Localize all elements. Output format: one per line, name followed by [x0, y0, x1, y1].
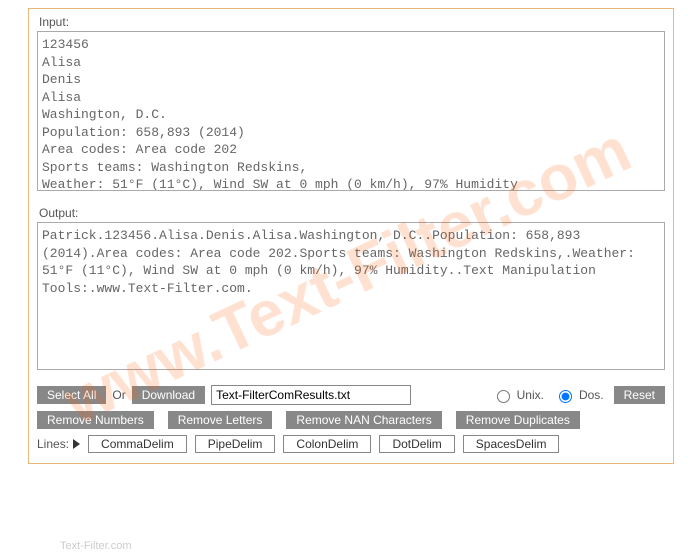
select-all-button[interactable]: Select All: [37, 386, 106, 404]
remove-nan-button[interactable]: Remove NAN Characters: [286, 411, 441, 429]
remove-row: Remove Numbers Remove Letters Remove NAN…: [37, 411, 665, 429]
dot-delim-button[interactable]: DotDelim: [379, 435, 454, 453]
reset-button[interactable]: Reset: [614, 386, 665, 404]
dos-radio[interactable]: [559, 390, 572, 403]
triangle-right-icon: [73, 439, 80, 449]
remove-numbers-button[interactable]: Remove Numbers: [37, 411, 154, 429]
lines-label-text: Lines:: [37, 437, 69, 451]
dos-label: Dos.: [579, 388, 604, 402]
remove-letters-button[interactable]: Remove Letters: [168, 411, 273, 429]
output-label: Output:: [39, 206, 665, 220]
main-panel: Input: Output: Select All Or Download Un…: [28, 8, 674, 464]
spaces-delim-button[interactable]: SpacesDelim: [463, 435, 560, 453]
or-text: Or: [112, 388, 125, 402]
download-row: Select All Or Download Unix. Dos. Reset: [37, 385, 665, 405]
unix-label: Unix.: [517, 388, 544, 402]
output-section: Output:: [37, 206, 665, 373]
input-section: Input:: [37, 15, 665, 194]
output-textarea[interactable]: [37, 222, 665, 370]
filename-input[interactable]: [211, 385, 411, 405]
comma-delim-button[interactable]: CommaDelim: [88, 435, 187, 453]
lines-row: Lines: CommaDelim PipeDelim ColonDelim D…: [37, 435, 665, 453]
input-textarea[interactable]: [37, 31, 665, 191]
colon-delim-button[interactable]: ColonDelim: [283, 435, 371, 453]
line-ending-group: Unix. Dos. Reset: [492, 386, 665, 404]
input-label: Input:: [39, 15, 665, 29]
footer-credit: Text-Filter.com: [60, 540, 132, 552]
remove-duplicates-button[interactable]: Remove Duplicates: [456, 411, 580, 429]
pipe-delim-button[interactable]: PipeDelim: [195, 435, 276, 453]
download-button[interactable]: Download: [132, 386, 205, 404]
lines-label: Lines:: [37, 437, 80, 451]
unix-radio[interactable]: [497, 390, 510, 403]
